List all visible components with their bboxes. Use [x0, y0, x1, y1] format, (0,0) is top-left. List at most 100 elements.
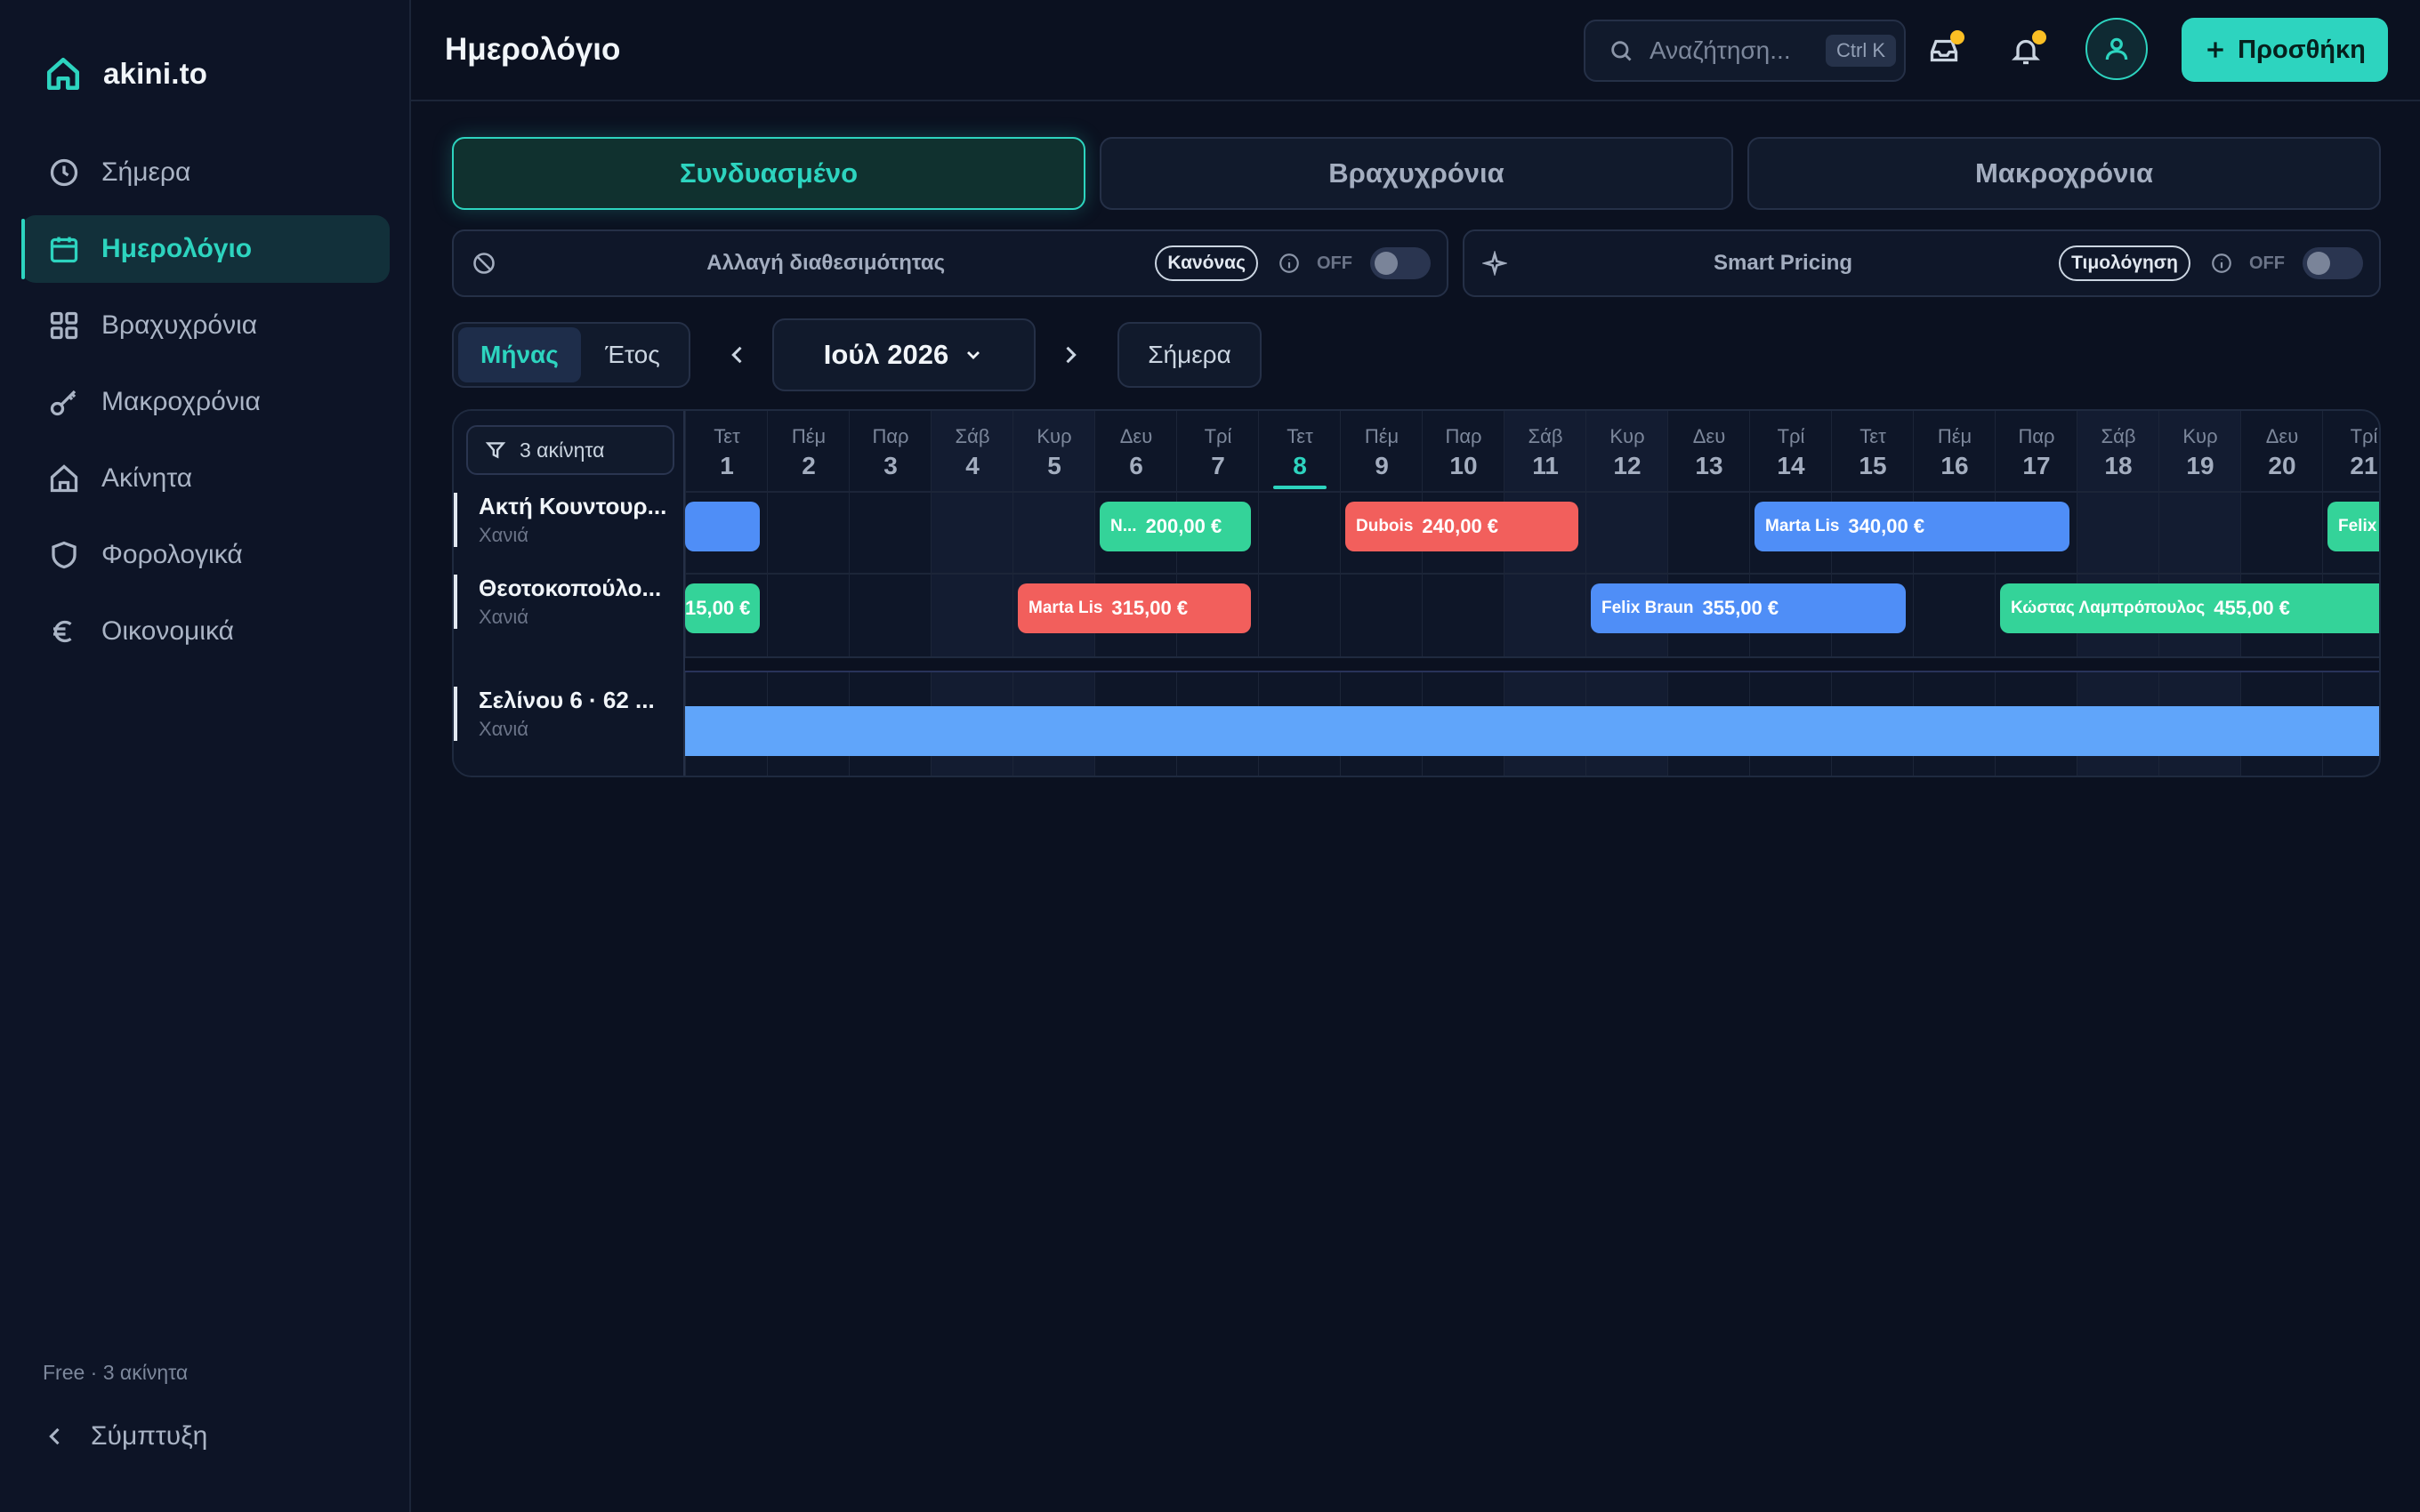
- day-header: Τετ 8: [1259, 411, 1341, 491]
- day-header: Τετ 1: [686, 411, 768, 491]
- day-number: 11: [1532, 452, 1559, 479]
- day-number: 13: [1695, 452, 1723, 479]
- property-city: Χανιά: [479, 606, 528, 628]
- sparkle-icon: [1482, 251, 1507, 276]
- pricing-button[interactable]: Τιμολόγηση: [2059, 245, 2190, 281]
- info-icon[interactable]: [1278, 252, 1301, 275]
- month-picker[interactable]: Ιούλ 2026: [772, 318, 1036, 391]
- booking-bar[interactable]: N... 200,00 €: [1100, 502, 1251, 551]
- year-view-button[interactable]: Έτος: [581, 327, 684, 382]
- previous-month-button[interactable]: [717, 334, 758, 375]
- day-of-week: Τρί: [2350, 425, 2378, 447]
- booking-guest: Marta Lis: [1765, 517, 1840, 535]
- property-name: Θεοτοκοπούλο...: [479, 575, 662, 601]
- day-of-week: Σάβ: [1528, 425, 1563, 447]
- info-icon[interactable]: [2210, 252, 2233, 275]
- day-header: Τετ 15: [1832, 411, 1914, 491]
- add-button[interactable]: Προσθήκη: [2182, 18, 2388, 82]
- sidebar-item-today[interactable]: Σήμερα: [21, 139, 390, 206]
- day-number: 8: [1293, 452, 1307, 479]
- day-number: 16: [1940, 452, 1969, 479]
- avatar[interactable]: [2085, 18, 2148, 80]
- day-number: 7: [1211, 452, 1225, 479]
- booking-guest: Felix Braun: [1601, 599, 1694, 617]
- tab-long-term[interactable]: Μακροχρόνια: [1747, 137, 2381, 210]
- key-icon: [50, 390, 77, 416]
- day-header: Δευ 20: [2241, 411, 2323, 491]
- day-header: Τρί 14: [1750, 411, 1832, 491]
- block-icon: [473, 253, 495, 274]
- booking-bar[interactable]: Felix: [2327, 502, 2379, 551]
- inbox-notification-dot: [1950, 30, 1964, 44]
- smart-pricing-toggle[interactable]: [2303, 247, 2363, 279]
- month-view-button[interactable]: Μήνας: [458, 327, 581, 382]
- day-number: 2: [802, 452, 816, 479]
- booking-bar[interactable]: Dubois 240,00 €: [1345, 502, 1578, 551]
- day-of-week: Τρί: [1777, 425, 1805, 447]
- sidebar-item-long-term[interactable]: Μακροχρόνια: [21, 368, 390, 436]
- inbox-button[interactable]: [1915, 21, 1973, 80]
- availability-toggle[interactable]: [1370, 247, 1431, 279]
- day-of-week: Δευ: [1692, 425, 1726, 447]
- day-header: Τρί 21: [2323, 411, 2379, 491]
- booking-bar[interactable]: [685, 502, 760, 551]
- page-title: Ημερολόγιο: [445, 32, 621, 67]
- property-row-label[interactable]: Ακτή Κουντουρ... Χανιά: [454, 493, 683, 547]
- sidebar-item-taxes[interactable]: Φορολογικά: [21, 521, 390, 589]
- grid-icon: [50, 311, 78, 340]
- property-row-label[interactable]: Θεοτοκοπούλο... Χανιά: [454, 575, 683, 629]
- booking-bar[interactable]: Marta Lis 315,00 €: [1018, 583, 1251, 633]
- home-icon: [50, 464, 78, 493]
- booking-guest: Κώστας Λαμπρόπουλος: [2011, 599, 2206, 617]
- property-row-label[interactable]: Σελίνου 6 · 62 ... Χανιά: [454, 687, 683, 741]
- next-month-button[interactable]: [1050, 334, 1091, 375]
- booking-bar[interactable]: [685, 706, 2379, 756]
- booking-bar[interactable]: Marta Lis 340,00 €: [1754, 502, 2069, 551]
- sidebar-item-short-term[interactable]: Βραχυχρόνια: [21, 292, 390, 359]
- tab-short-term[interactable]: Βραχυχρόνια: [1100, 137, 1733, 210]
- today-button[interactable]: Σήμερα: [1117, 322, 1262, 388]
- booking-price: 15,00 €: [685, 597, 751, 619]
- booking-price: 340,00 €: [1848, 515, 1925, 537]
- day-header: Παρ 17: [1996, 411, 2077, 491]
- day-of-week: Τετ: [1287, 425, 1313, 447]
- day-of-week: Τρί: [1204, 425, 1232, 447]
- brand[interactable]: akini.to: [44, 55, 207, 92]
- booking-bar[interactable]: Felix Braun 355,00 €: [1591, 583, 1906, 633]
- day-number: 3: [883, 452, 898, 479]
- clock-icon: [50, 158, 78, 187]
- tab-combined[interactable]: Συνδυασμένο: [452, 137, 1085, 210]
- sidebar-item-calendar[interactable]: Ημερολόγιο: [21, 215, 390, 283]
- day-number: 5: [1047, 452, 1061, 479]
- chevron-right-icon: [1066, 346, 1077, 364]
- day-number: 10: [1449, 452, 1478, 479]
- collapse-sidebar-button[interactable]: Σύμπτυξη: [43, 1421, 207, 1452]
- property-name: Ακτή Κουντουρ...: [479, 493, 667, 519]
- booking-bar[interactable]: 15,00 €: [685, 583, 760, 633]
- booking-bar[interactable]: Κώστας Λαμπρόπουλος 455,00 €: [2000, 583, 2379, 633]
- day-number: 14: [1777, 452, 1805, 479]
- notifications-button[interactable]: [1996, 21, 2055, 80]
- view-mode-toggle: Μήνας Έτος: [452, 322, 690, 388]
- day-header: Κυρ 5: [1013, 411, 1095, 491]
- property-city: Χανιά: [479, 524, 528, 546]
- search-input[interactable]: Αναζήτηση... Ctrl K: [1584, 20, 1906, 82]
- booking-guest: N...: [1110, 517, 1137, 535]
- availability-state: OFF: [1317, 253, 1352, 273]
- month-label: Ιούλ 2026: [823, 339, 949, 370]
- rule-button[interactable]: Κανόνας: [1155, 245, 1258, 281]
- notification-dot: [2032, 30, 2046, 44]
- sidebar-item-finance[interactable]: Οικονομικά: [21, 598, 390, 665]
- group-separator: [685, 656, 2379, 672]
- sidebar-item-properties[interactable]: Ακίνητα: [21, 445, 390, 512]
- day-of-week: Κυρ: [1037, 425, 1072, 447]
- day-of-week: Πέμ: [1937, 425, 1972, 447]
- search-placeholder: Αναζήτηση...: [1650, 36, 1791, 64]
- booking-price: 455,00 €: [2214, 597, 2290, 619]
- property-filter-button[interactable]: 3 ακίνητα: [466, 425, 674, 475]
- booking-guest: Felix: [2338, 517, 2377, 535]
- day-number: 12: [1613, 452, 1642, 479]
- today-indicator: [1273, 486, 1327, 489]
- booking-guest: Dubois: [1356, 517, 1414, 535]
- sidebar-item-label: Οικονομικά: [101, 616, 234, 646]
